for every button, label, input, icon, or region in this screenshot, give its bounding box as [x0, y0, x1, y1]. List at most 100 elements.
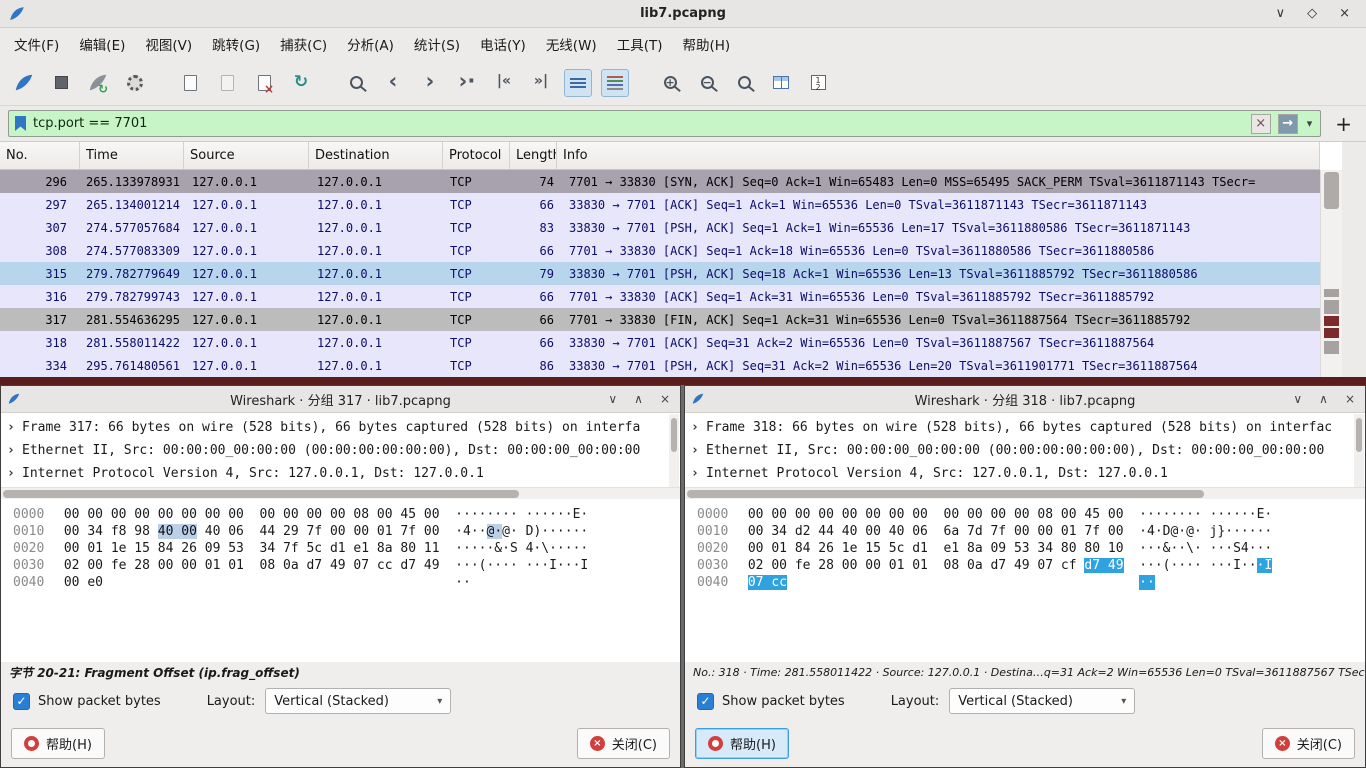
shade-up-icon[interactable]: ∧ — [634, 392, 643, 406]
protocol-tree-row[interactable]: ›Ethernet II, Src: 00:00:00_00:00:00 (00… — [7, 439, 680, 462]
column-header-source[interactable]: Source — [184, 142, 309, 169]
zoom-reset-button[interactable] — [730, 69, 758, 97]
scrollbar-thumb[interactable] — [1356, 418, 1362, 452]
open-file-button[interactable] — [176, 69, 204, 97]
resize-columns-button[interactable] — [767, 69, 795, 97]
packet-row-315[interactable]: 315279.782779649127.0.0.1127.0.0.1TCP793… — [0, 262, 1320, 285]
column-header-no[interactable]: No. — [0, 142, 80, 169]
packet-row-297[interactable]: 297265.134001214127.0.0.1127.0.0.1TCP663… — [0, 193, 1320, 216]
expander-icon[interactable]: › — [691, 416, 706, 439]
show-packet-bytes-checkbox[interactable]: ✓ — [697, 693, 714, 710]
packet-row-308[interactable]: 308274.577083309127.0.0.1127.0.0.1TCP667… — [0, 239, 1320, 262]
dialog-title-bar[interactable]: Wireshark · 分组 317 · lib7.pcapng ∨ ∧ × — [1, 386, 680, 413]
last-packet-button[interactable]: »| — [527, 69, 555, 97]
help-button[interactable]: 帮助(H) — [695, 728, 789, 759]
column-header-time[interactable]: Time — [80, 142, 184, 169]
zoom-out-button[interactable]: − — [693, 69, 721, 97]
packet-row-334[interactable]: 334295.761480561127.0.0.1127.0.0.1TCP863… — [0, 354, 1320, 377]
dialog-title-bar[interactable]: Wireshark · 分组 318 · lib7.pcapng ∨ ∧ × — [685, 386, 1365, 413]
layout-panes-button[interactable]: 12 — [804, 69, 832, 97]
protocol-tree-row[interactable]: ›Frame 317: 66 bytes on wire (528 bits),… — [7, 416, 680, 439]
column-header-destination[interactable]: Destination — [309, 142, 443, 169]
column-header-length[interactable]: Length — [510, 142, 557, 169]
find-packet-button[interactable] — [342, 69, 370, 97]
shade-down-icon[interactable]: ∨ — [1293, 392, 1302, 406]
menu-edit[interactable]: 编辑(E) — [69, 29, 135, 59]
horizontal-scrollbar[interactable] — [685, 487, 1365, 499]
hex-row[interactable]: 003002 00 fe 28 00 00 01 0108 0a d7 49 0… — [697, 557, 1365, 574]
layout-select[interactable]: Vertical (Stacked) ▾ — [265, 688, 451, 714]
filter-bookmark-icon[interactable] — [15, 116, 26, 131]
start-capture-button[interactable] — [10, 69, 38, 97]
close-dialog-button[interactable]: × 关闭(C) — [577, 728, 670, 759]
detail-scrollbar[interactable] — [669, 414, 679, 488]
colorize-packets-button[interactable] — [601, 69, 629, 97]
zoom-in-button[interactable]: + — [656, 69, 684, 97]
menu-statistics[interactable]: 统计(S) — [404, 29, 470, 59]
close-icon[interactable]: × — [660, 392, 670, 406]
menu-view[interactable]: 视图(V) — [135, 29, 202, 59]
close-file-button[interactable]: × — [250, 69, 278, 97]
hex-row[interactable]: 003002 00 fe 28 00 00 01 0108 0a d7 49 0… — [13, 557, 680, 574]
go-to-packet-button[interactable]: ›· — [453, 69, 481, 97]
horizontal-scrollbar[interactable] — [1, 487, 680, 499]
next-packet-button[interactable]: › — [416, 69, 444, 97]
scrollbar-thumb[interactable] — [3, 490, 519, 498]
menu-help[interactable]: 帮助(H) — [672, 29, 740, 59]
menu-tools[interactable]: 工具(T) — [607, 29, 673, 59]
protocol-tree-row[interactable]: ›Ethernet II, Src: 00:00:00_00:00:00 (00… — [691, 439, 1365, 462]
close-icon[interactable]: × — [1339, 6, 1350, 21]
close-icon[interactable]: × — [1345, 392, 1355, 406]
shade-down-icon[interactable]: ∨ — [608, 392, 617, 406]
packet-row-317[interactable]: 317281.554636295127.0.0.1127.0.0.1TCP667… — [0, 308, 1320, 331]
title-bar[interactable]: lib7.pcapng ∨ ◇ × — [0, 0, 1366, 28]
filter-clear-icon[interactable]: × — [1251, 114, 1271, 134]
scrollbar-thumb[interactable] — [671, 418, 677, 452]
stop-capture-button[interactable] — [47, 69, 75, 97]
menu-file[interactable]: 文件(F) — [4, 29, 69, 59]
column-header-info[interactable]: Info — [557, 142, 1320, 169]
hex-row[interactable]: 001000 34 d2 44 40 00 40 066a 7d 7f 00 0… — [697, 523, 1365, 540]
expander-icon[interactable]: › — [7, 439, 22, 462]
packet-row-296[interactable]: 296265.133978931127.0.0.1127.0.0.1TCP747… — [0, 170, 1320, 193]
filter-dropdown-icon[interactable]: ▾ — [1305, 117, 1315, 130]
shade-up-icon[interactable]: ∧ — [1319, 392, 1328, 406]
save-file-button[interactable] — [213, 69, 241, 97]
maximize-icon[interactable]: ◇ — [1307, 6, 1317, 21]
layout-select[interactable]: Vertical (Stacked) ▾ — [949, 688, 1135, 714]
minimize-icon[interactable]: ∨ — [1276, 6, 1286, 21]
restart-capture-button[interactable]: ↻ — [84, 69, 112, 97]
hex-row[interactable]: 004000 e0·· — [13, 574, 680, 591]
scrollbar-thumb[interactable] — [687, 490, 1204, 498]
packet-list-scrollbar[interactable] — [1320, 170, 1342, 377]
menu-go[interactable]: 跳转(G) — [202, 29, 270, 59]
display-filter-input[interactable]: tcp.port == 7701 × → ▾ — [8, 110, 1321, 137]
reload-file-button[interactable]: ↻ — [287, 69, 315, 97]
protocol-tree-row[interactable]: ›Internet Protocol Version 4, Src: 127.0… — [7, 462, 680, 485]
auto-scroll-button[interactable] — [564, 69, 592, 97]
hex-row[interactable]: 002000 01 1e 15 84 26 09 5334 7f 5c d1 e… — [13, 540, 680, 557]
hex-row[interactable]: 000000 00 00 00 00 00 00 0000 00 00 00 0… — [697, 506, 1365, 523]
packet-row-318[interactable]: 318281.558011422127.0.0.1127.0.0.1TCP663… — [0, 331, 1320, 354]
hex-dump-pane[interactable]: 000000 00 00 00 00 00 00 0000 00 00 00 0… — [685, 499, 1365, 662]
scrollbar-thumb[interactable] — [1324, 172, 1339, 209]
add-filter-button[interactable]: + — [1329, 112, 1358, 136]
hex-row[interactable]: 004007 cc·· — [697, 574, 1365, 591]
hex-row[interactable]: 002000 01 84 26 1e 15 5c d1e1 8a 09 53 3… — [697, 540, 1365, 557]
previous-packet-button[interactable]: ‹ — [379, 69, 407, 97]
column-header-protocol[interactable]: Protocol — [443, 142, 510, 169]
capture-options-button[interactable] — [121, 69, 149, 97]
expander-icon[interactable]: › — [7, 416, 22, 439]
detail-scrollbar[interactable] — [1354, 414, 1364, 488]
expander-icon[interactable]: › — [691, 462, 706, 485]
close-dialog-button[interactable]: × 关闭(C) — [1262, 728, 1355, 759]
menu-capture[interactable]: 捕获(C) — [270, 29, 337, 59]
expander-icon[interactable]: › — [7, 462, 22, 485]
expander-icon[interactable]: › — [691, 439, 706, 462]
first-packet-button[interactable]: |« — [490, 69, 518, 97]
hex-row[interactable]: 001000 34 f8 98 40 00 40 0644 29 7f 00 0… — [13, 523, 680, 540]
filter-apply-icon[interactable]: → — [1278, 114, 1298, 134]
packet-row-307[interactable]: 307274.577057684127.0.0.1127.0.0.1TCP833… — [0, 216, 1320, 239]
packet-row-316[interactable]: 316279.782799743127.0.0.1127.0.0.1TCP667… — [0, 285, 1320, 308]
protocol-tree-row[interactable]: ›Internet Protocol Version 4, Src: 127.0… — [691, 462, 1365, 485]
